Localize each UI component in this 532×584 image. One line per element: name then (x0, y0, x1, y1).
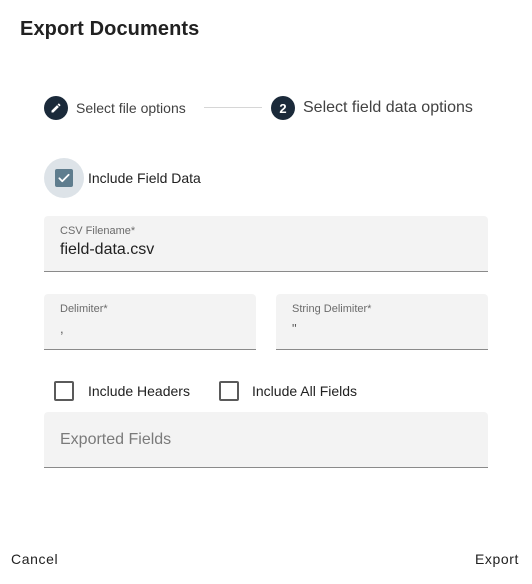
step-2-label: Select field data options (303, 99, 473, 116)
csv-filename-label: CSV Filename* (60, 225, 136, 237)
include-headers-box[interactable] (54, 381, 74, 401)
string-delimiter-label: String Delimiter* (292, 303, 372, 315)
stepper: Select file options 2 Select field data … (44, 94, 494, 122)
step-field-data-options[interactable]: 2 Select field data options (271, 94, 473, 122)
string-delimiter-value: " (292, 321, 297, 336)
cancel-button[interactable]: Cancel (11, 551, 58, 567)
delimiter-value: , (60, 321, 64, 336)
pencil-icon (51, 103, 61, 113)
checkbox-focus-halo (44, 158, 84, 198)
step-file-options[interactable]: Select file options (44, 94, 186, 122)
csv-filename-field[interactable]: CSV Filename* field-data.csv (44, 216, 488, 272)
step-connector (204, 107, 262, 108)
include-all-fields-checkbox[interactable]: Include All Fields (219, 381, 357, 401)
export-button[interactable]: Export (475, 551, 519, 567)
csv-filename-value: field-data.csv (60, 241, 155, 258)
include-headers-label: Include Headers (88, 383, 190, 399)
checkbox-checked[interactable] (55, 169, 73, 187)
include-headers-checkbox[interactable]: Include Headers (54, 381, 190, 401)
exported-fields-select[interactable]: Exported Fields (44, 412, 488, 468)
string-delimiter-field[interactable]: String Delimiter* " (276, 294, 488, 350)
checkmark-icon (58, 173, 70, 183)
dialog-title: Export Documents (20, 18, 200, 40)
step-2-indicator: 2 (271, 96, 295, 120)
include-all-fields-box[interactable] (219, 381, 239, 401)
delimiter-field[interactable]: Delimiter* , (44, 294, 256, 350)
step-1-label: Select file options (76, 100, 186, 116)
step-1-indicator (44, 96, 68, 120)
include-field-data-checkbox[interactable]: Include Field Data (44, 158, 201, 198)
exported-fields-placeholder: Exported Fields (60, 431, 172, 448)
include-all-fields-label: Include All Fields (252, 383, 358, 399)
include-field-data-label: Include Field Data (88, 170, 201, 186)
delimiter-label: Delimiter* (60, 303, 108, 315)
